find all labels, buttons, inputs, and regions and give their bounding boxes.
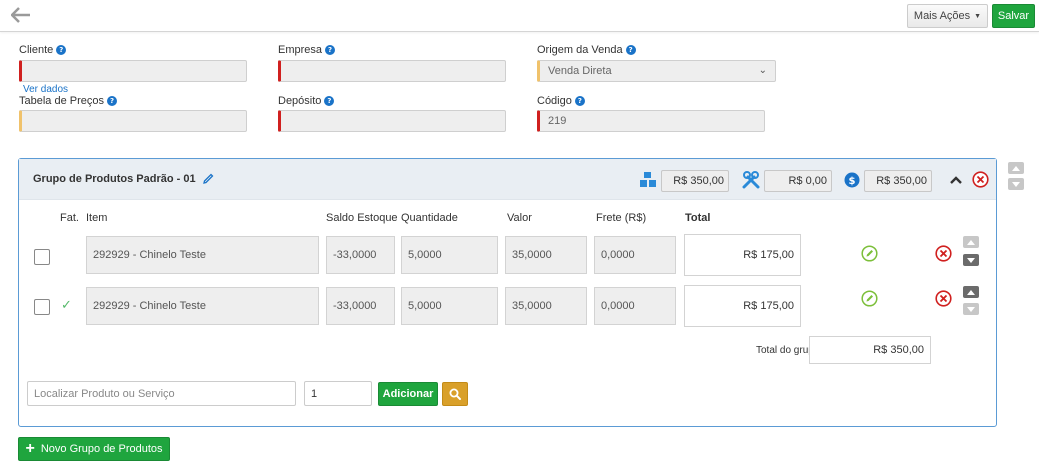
deposito-field[interactable] xyxy=(278,110,506,132)
col-header-valor: Valor xyxy=(507,212,532,224)
new-product-group-button[interactable]: + Novo Grupo de Produtos xyxy=(18,437,170,461)
arrow-left-icon xyxy=(11,7,30,23)
tabela-precos-field[interactable] xyxy=(19,110,247,132)
cliente-label: Cliente ? xyxy=(19,44,67,56)
tools-icon xyxy=(741,170,761,190)
move-item-up-button[interactable] xyxy=(963,236,979,248)
services-total-field: R$ 0,00 xyxy=(764,170,832,192)
help-icon[interactable]: ? xyxy=(625,45,636,55)
total-cell: R$ 175,00 xyxy=(684,285,801,327)
caret-up-icon xyxy=(967,239,975,245)
total-do-grupo-value: R$ 350,00 xyxy=(809,336,931,364)
fat-checkbox[interactable] xyxy=(34,249,50,265)
save-button[interactable]: Salvar xyxy=(992,4,1035,28)
codigo-field[interactable]: 219 xyxy=(537,110,765,132)
col-header-saldo: Saldo Estoque xyxy=(326,212,398,224)
move-item-down-button[interactable] xyxy=(963,254,979,266)
group-total-field: R$ 350,00 xyxy=(864,170,932,192)
col-header-item: Item xyxy=(86,212,108,224)
products-total-field: R$ 350,00 xyxy=(661,170,729,192)
caret-up-icon xyxy=(967,289,975,295)
deposito-label: Depósito ? xyxy=(278,95,335,107)
col-header-frete: Frete (R$) xyxy=(596,212,647,224)
quantity-input[interactable] xyxy=(304,381,372,406)
fat-checkbox[interactable] xyxy=(34,299,50,315)
check-icon: ✓ xyxy=(61,297,72,312)
origem-venda-select[interactable]: Venda Direta ⌄ xyxy=(537,60,776,82)
caret-down-icon: ▼ xyxy=(974,12,982,20)
edit-icon[interactable] xyxy=(861,290,878,307)
empresa-label: Empresa ? xyxy=(278,44,336,56)
move-item-down-button[interactable] xyxy=(963,303,979,315)
empresa-field[interactable] xyxy=(278,60,506,82)
col-header-total: Total xyxy=(685,212,711,224)
more-actions-button[interactable]: Mais Ações ▼ xyxy=(907,4,988,28)
frete-input[interactable]: 0,0000 xyxy=(594,287,676,325)
frete-input[interactable]: 0,0000 xyxy=(594,236,676,274)
help-icon[interactable]: ? xyxy=(325,45,336,55)
codigo-label: Código ? xyxy=(537,95,585,107)
help-icon[interactable]: ? xyxy=(324,96,335,106)
edit-icon[interactable] xyxy=(861,245,878,262)
boxes-icon xyxy=(639,170,657,190)
quantidade-input[interactable]: 5,0000 xyxy=(401,287,498,325)
close-circle-icon[interactable] xyxy=(972,171,989,188)
caret-down-icon xyxy=(967,257,975,263)
move-group-up-button[interactable] xyxy=(1008,162,1024,174)
cliente-field[interactable] xyxy=(19,60,247,82)
caret-down-icon xyxy=(967,306,975,312)
delete-item-icon[interactable] xyxy=(935,290,952,307)
back-button[interactable] xyxy=(8,3,34,27)
plus-icon: + xyxy=(25,440,35,457)
chevron-down-icon: ⌄ xyxy=(758,65,767,76)
valor-input[interactable]: 35,0000 xyxy=(505,236,587,274)
move-item-up-button[interactable] xyxy=(963,286,979,298)
search-icon xyxy=(449,388,461,400)
ver-dados-link[interactable]: Ver dados xyxy=(23,84,68,95)
chevron-up-icon[interactable] xyxy=(948,172,964,188)
group-title: Grupo de Produtos Padrão - 01 xyxy=(33,173,214,185)
item-cell[interactable]: 292929 - Chinelo Teste xyxy=(86,236,319,274)
new-product-group-label: Novo Grupo de Produtos xyxy=(40,443,163,455)
product-search-input[interactable] xyxy=(27,381,296,406)
more-actions-label: Mais Ações xyxy=(913,10,971,22)
origem-venda-label: Origem da Venda ? xyxy=(537,44,636,56)
quantidade-input[interactable]: 5,0000 xyxy=(401,236,498,274)
tabela-precos-label: Tabela de Preços ? xyxy=(19,95,117,107)
svg-text:$: $ xyxy=(849,176,856,187)
pencil-icon[interactable] xyxy=(202,173,214,185)
item-cell[interactable]: 292929 - Chinelo Teste xyxy=(86,287,319,325)
delete-item-icon[interactable] xyxy=(935,245,952,262)
top-toolbar: Mais Ações ▼ Salvar xyxy=(0,0,1039,32)
col-header-quantidade: Quantidade xyxy=(401,212,458,224)
saldo-cell: -33,0000 xyxy=(326,236,395,274)
help-icon[interactable]: ? xyxy=(574,96,585,106)
move-group-down-button[interactable] xyxy=(1008,178,1024,190)
total-cell: R$ 175,00 xyxy=(684,234,801,276)
search-button[interactable] xyxy=(442,382,468,406)
dollar-icon: $ xyxy=(844,172,860,188)
add-button[interactable]: Adicionar xyxy=(378,382,438,406)
col-header-fat: Fat. xyxy=(60,212,79,224)
valor-input[interactable]: 35,0000 xyxy=(505,287,587,325)
caret-up-icon xyxy=(1012,165,1020,171)
help-icon[interactable]: ? xyxy=(107,96,117,106)
caret-down-icon xyxy=(1012,181,1020,187)
help-icon[interactable]: ? xyxy=(56,45,67,55)
saldo-cell: -33,0000 xyxy=(326,287,395,325)
product-group-header: Grupo de Produtos Padrão - 01 R$ 350,00 … xyxy=(19,159,996,200)
